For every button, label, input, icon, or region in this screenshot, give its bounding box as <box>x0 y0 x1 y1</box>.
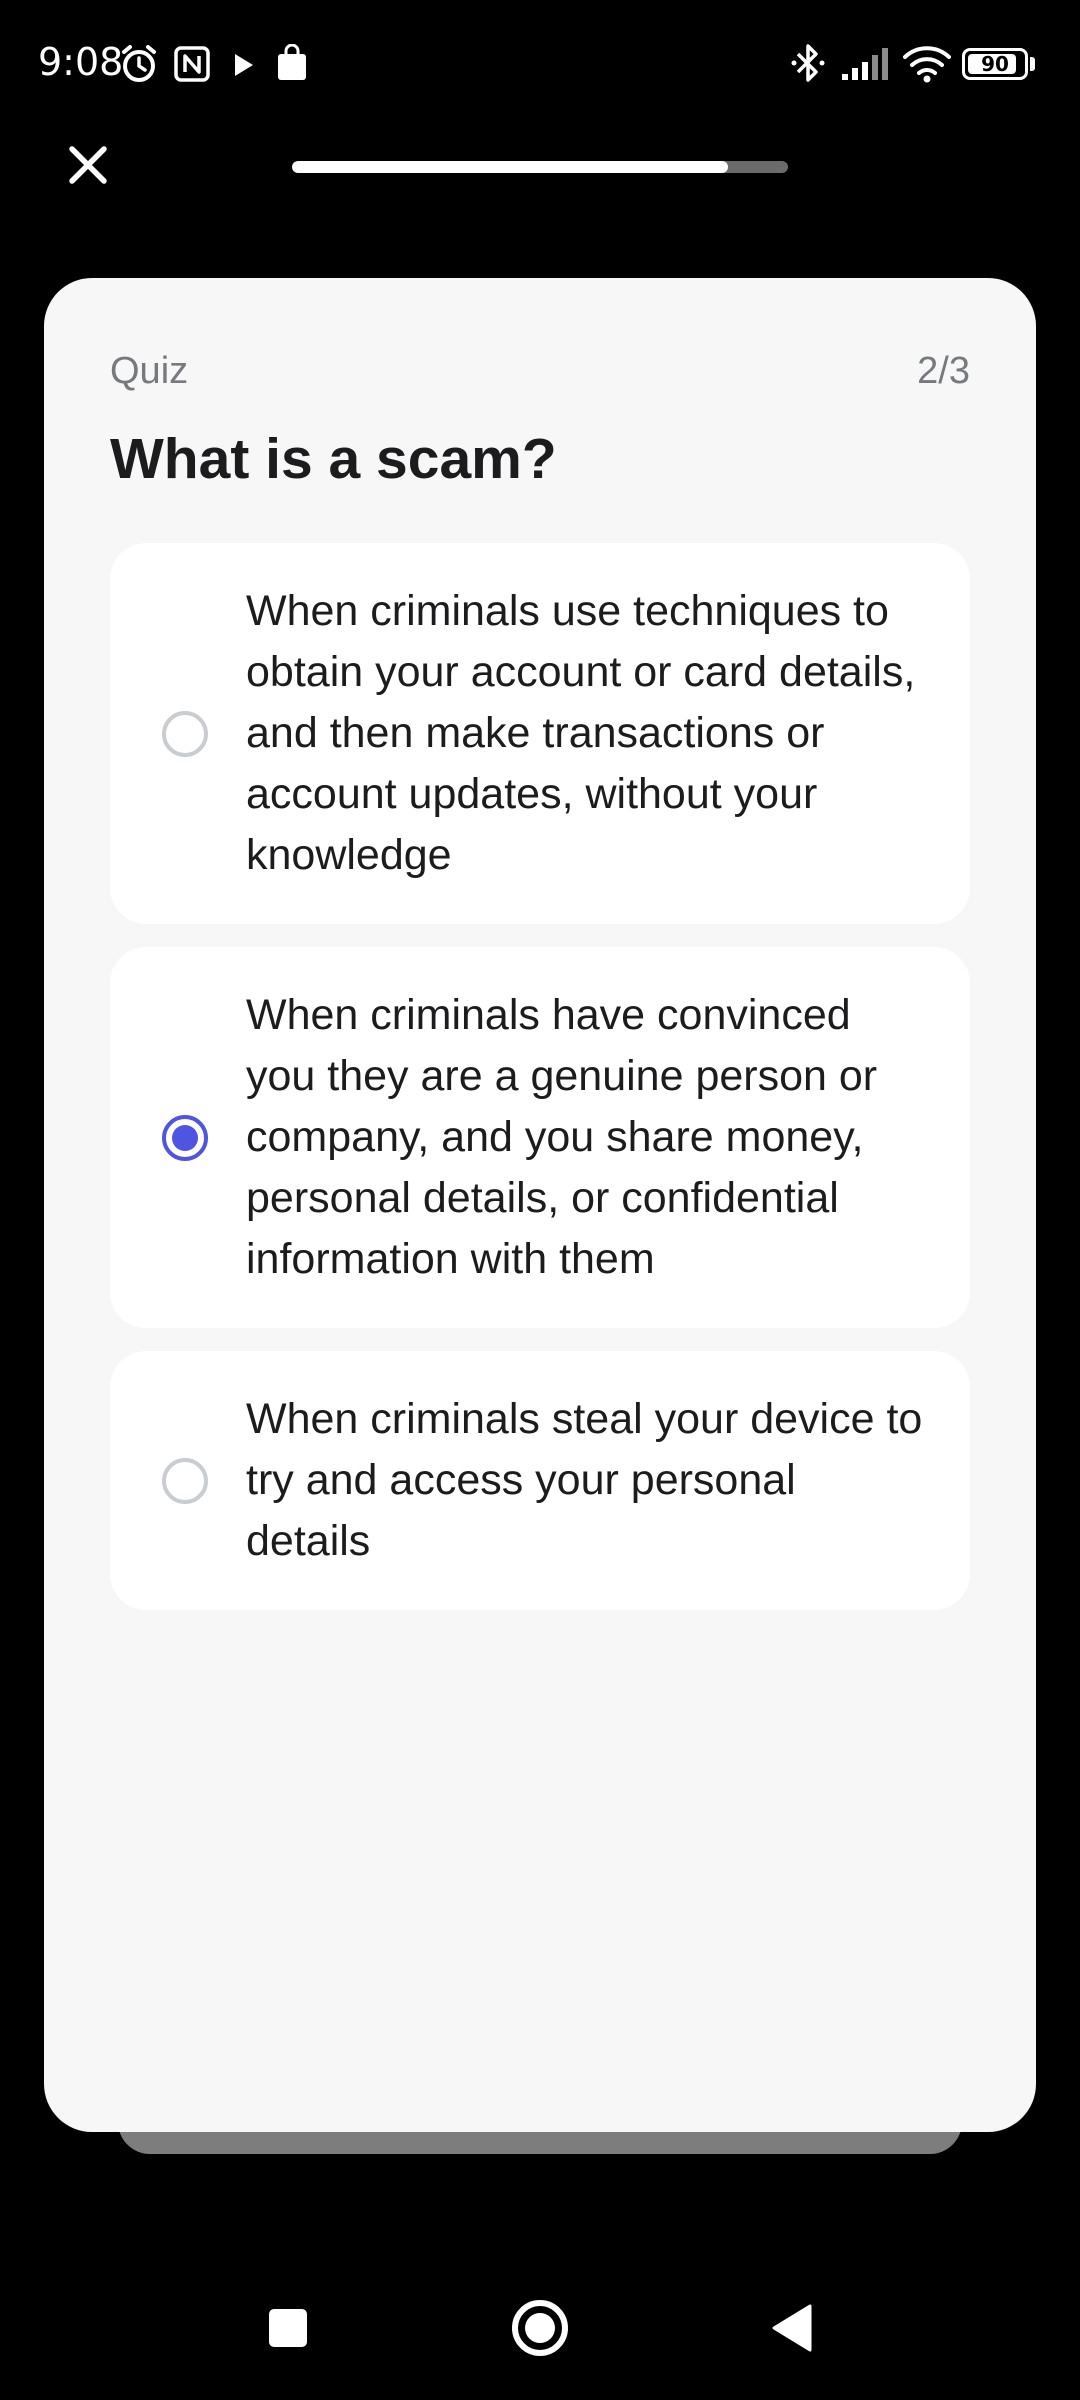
wifi-icon <box>902 44 952 89</box>
answer-options: When criminals use techniques to obtain … <box>110 543 970 1633</box>
home-button[interactable] <box>500 2290 580 2370</box>
radio-button[interactable] <box>162 1114 208 1161</box>
status-time: 9:08 <box>38 40 124 84</box>
answer-option[interactable]: When criminals steal your device to try … <box>110 1351 970 1610</box>
alarm-icon <box>120 44 158 89</box>
answer-option[interactable]: When criminals have convinced you they a… <box>110 947 970 1328</box>
question-title: What is a scam? <box>110 427 557 491</box>
battery-tip <box>1030 57 1035 71</box>
quiz-card: Quiz 2/3 What is a scam? When criminals … <box>44 278 1036 2132</box>
battery-icon: 90 <box>962 48 1028 80</box>
system-navigation-bar <box>0 2270 1080 2400</box>
close-icon <box>68 145 108 190</box>
play-icon <box>232 52 256 83</box>
answer-option-text: When criminals steal your device to try … <box>246 1395 923 1565</box>
close-button[interactable] <box>56 135 120 199</box>
answer-option-text: When criminals use techniques to obtain … <box>246 587 916 879</box>
answer-option-text: When criminals have convinced you they a… <box>246 991 878 1283</box>
recents-button[interactable] <box>248 2290 328 2370</box>
square-icon <box>267 2307 309 2354</box>
answer-option[interactable]: When criminals use techniques to obtain … <box>110 543 970 924</box>
shopping-bag-icon <box>276 43 308 87</box>
triangle-back-icon <box>770 2303 814 2358</box>
back-button[interactable] <box>752 2290 832 2370</box>
quiz-progress-fill <box>292 161 729 173</box>
signal-icon <box>840 46 890 87</box>
radio-button[interactable] <box>162 1457 208 1504</box>
circle-icon <box>510 2298 570 2363</box>
nfc-icon <box>174 46 210 87</box>
quiz-progress-bar <box>292 161 788 173</box>
radio-button[interactable] <box>162 710 208 757</box>
bluetooth-icon <box>790 42 826 89</box>
quiz-step-counter: 2/3 <box>917 350 970 392</box>
battery-level-text: 90 <box>981 52 1009 76</box>
status-bar: 9:08 90 <box>0 0 1080 130</box>
quiz-label: Quiz <box>110 350 189 392</box>
